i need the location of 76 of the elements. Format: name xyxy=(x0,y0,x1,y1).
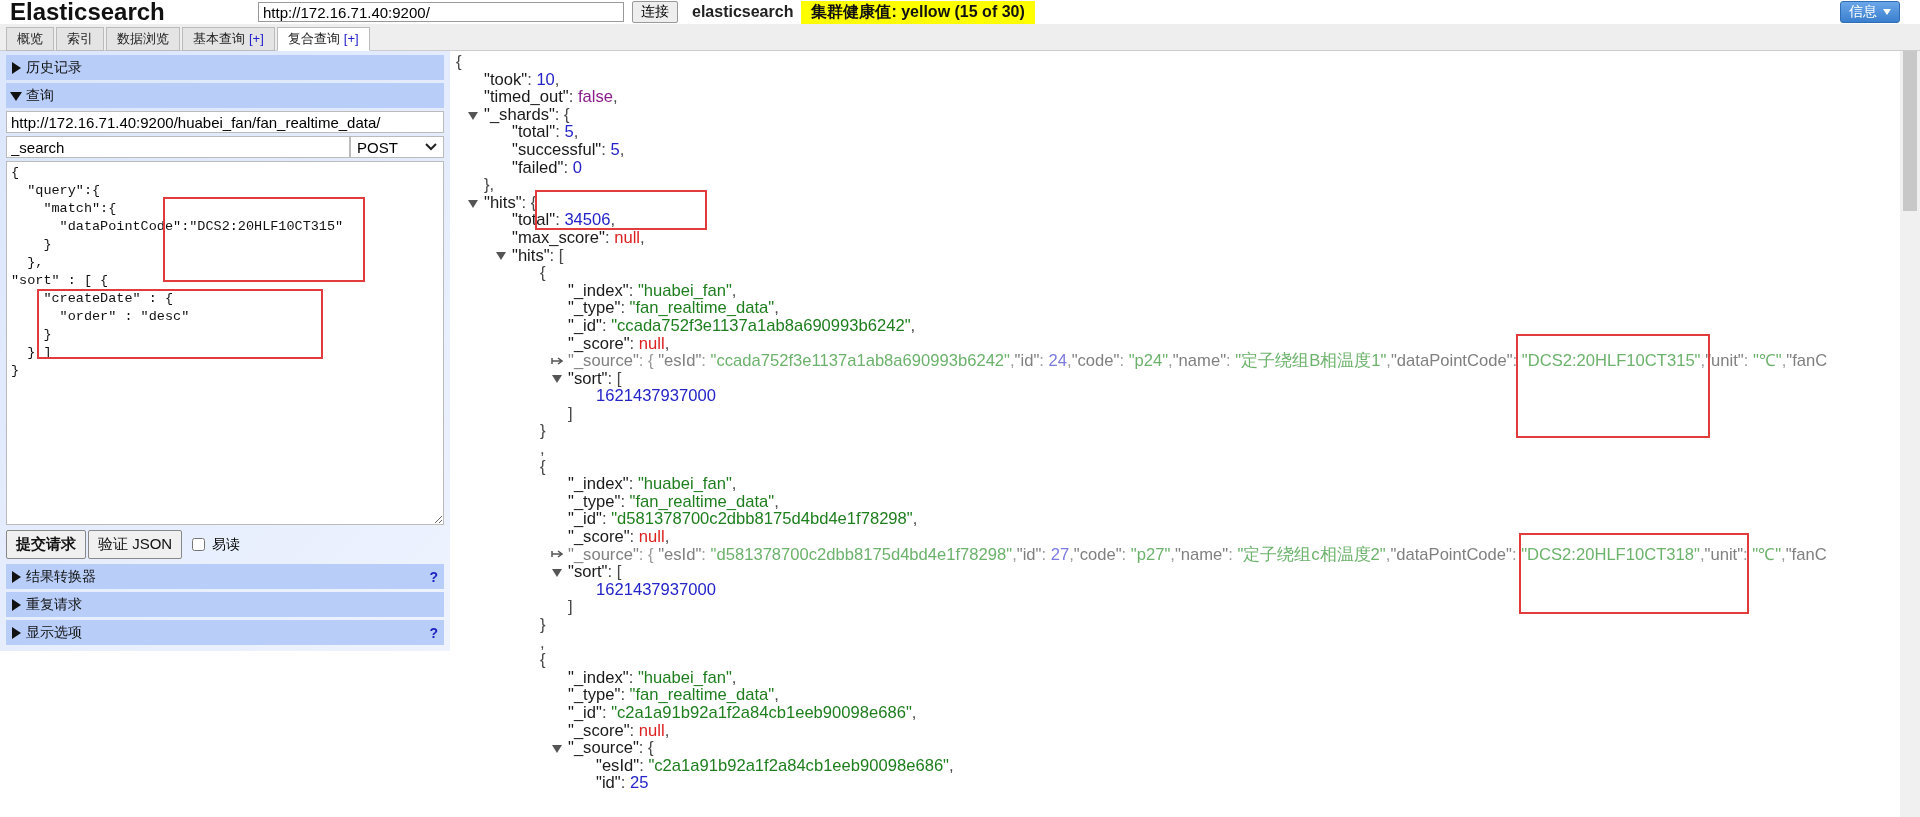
json-line: "_index": "huabei_fan", xyxy=(568,475,737,493)
help-link[interactable]: ? xyxy=(429,568,438,585)
json-line: 1621437937000 xyxy=(596,387,716,405)
help-link[interactable]: ? xyxy=(429,624,438,641)
section-title: 历史记录 xyxy=(26,58,83,77)
json-line: "_source": { xyxy=(568,739,654,757)
expand-arrow-icon[interactable] xyxy=(551,548,563,561)
json-line: 1621437937000 xyxy=(596,580,716,599)
method-select[interactable]: POST xyxy=(350,136,444,158)
request-url-field[interactable]: http://172.16.71.40:9200/huabei_fan/fan_realtime_data/ xyxy=(6,111,444,133)
expand-arrow-icon[interactable] xyxy=(551,354,563,367)
json-line: "_source": { "esId": "d581378700c2dbb8175d4bd4e1f78298","id": 27,"code": "p27","name": "定子绕组c相温度2","dataPointCode": "DCS2:20HLF10CT318","unit": "℃","fanC xyxy=(568,545,1827,564)
json-line: , xyxy=(540,633,545,652)
tab[interactable]: 数据浏览 xyxy=(106,27,180,51)
section-title: 重复请求 xyxy=(26,595,83,614)
json-line: "_score": null, xyxy=(568,334,670,353)
json-line: "sort": [ xyxy=(568,369,622,388)
json-line: "_id": "ccada752f3e1137a1ab8a690993b6242", xyxy=(568,316,916,335)
json-line: } xyxy=(540,422,546,441)
app-title: Elasticsearch xyxy=(10,0,166,24)
panel-section-header[interactable]: 结果转换器 ? xyxy=(6,564,444,589)
panel-section-header[interactable]: 重复请求 xyxy=(6,592,444,617)
json-line: }, xyxy=(484,176,495,194)
json-line: "_index": "huabei_fan", xyxy=(568,668,737,687)
json-line: "failed": 0 xyxy=(512,158,582,177)
json-line: { xyxy=(540,651,546,669)
panel-section-header[interactable]: 历史记录 xyxy=(6,55,444,80)
collapse-triangle-icon[interactable] xyxy=(495,249,507,262)
cluster-name: elasticsearch xyxy=(692,3,794,21)
json-line: "max_score": null, xyxy=(512,228,645,247)
json-line: "_shards": { xyxy=(484,105,570,124)
tab[interactable]: 索引 xyxy=(56,27,104,51)
json-line: "_id": "c2a1a91b92a1f2a84cb1eeb90098e686", xyxy=(568,703,917,722)
panel-section-header[interactable]: 显示选项 ? xyxy=(6,620,444,645)
json-line: { xyxy=(540,264,546,282)
cluster-url-field[interactable]: http://172.16.71.40:9200/ xyxy=(258,2,624,22)
cluster-health-badge: 集群健康值: yellow (15 of 30) xyxy=(801,0,1035,24)
json-line: "esId": "c2a1a91b92a1f2a84cb1eeb90098e686", xyxy=(596,756,954,775)
chevron-down-icon xyxy=(425,143,437,151)
json-line: } xyxy=(540,616,546,634)
tab[interactable]: 基本查询 [+] xyxy=(182,27,275,51)
submit-request-button[interactable]: 提交请求 xyxy=(6,530,86,559)
json-line: "sort": [ xyxy=(568,563,622,581)
section-title: 查询 xyxy=(26,86,55,105)
json-line: "_score": null, xyxy=(568,721,670,740)
json-line: "successful": 5, xyxy=(512,140,625,159)
checkbox-label: 易读 xyxy=(212,535,241,554)
json-line: "total": 5, xyxy=(512,123,579,141)
caret-icon xyxy=(1883,9,1891,15)
tab[interactable]: 概览 xyxy=(6,27,54,51)
scrollbar[interactable] xyxy=(1900,51,1920,817)
validate-json-button[interactable]: 验证 JSON xyxy=(88,530,183,559)
json-line: "_type": "fan_realtime_data", xyxy=(568,686,779,704)
collapse-triangle-icon[interactable] xyxy=(551,566,563,578)
json-line: "id": 25 xyxy=(596,774,649,792)
section-title: 显示选项 xyxy=(26,623,83,642)
json-line: { xyxy=(540,457,546,476)
panel-section-header[interactable]: 查询 xyxy=(6,83,444,108)
section-title: 结果转换器 xyxy=(26,567,97,586)
readable-checkbox[interactable] xyxy=(192,538,206,551)
json-line: "took": 10, xyxy=(484,70,560,89)
json-line: "_type": "fan_realtime_data", xyxy=(568,299,779,317)
json-line: "_score": null, xyxy=(568,528,670,546)
collapse-triangle-icon[interactable] xyxy=(551,372,563,385)
request-path-field[interactable]: _search xyxy=(6,136,350,158)
tab[interactable]: 复合查询 [+] xyxy=(276,27,370,51)
json-line: "hits": [ xyxy=(512,246,564,265)
json-line: "timed_out": false, xyxy=(484,88,618,106)
json-line: ] xyxy=(568,404,573,423)
json-line: "_type": "fan_realtime_data", xyxy=(568,492,779,511)
json-line: { xyxy=(456,53,462,71)
json-line: ] xyxy=(568,598,573,616)
json-line: "_id": "d581378700c2dbb8175d4bd4e1f78298", xyxy=(568,510,918,529)
json-line: , xyxy=(540,440,545,458)
json-line: "_index": "huabei_fan", xyxy=(568,281,737,300)
connect-button[interactable]: 连接 xyxy=(632,1,678,23)
